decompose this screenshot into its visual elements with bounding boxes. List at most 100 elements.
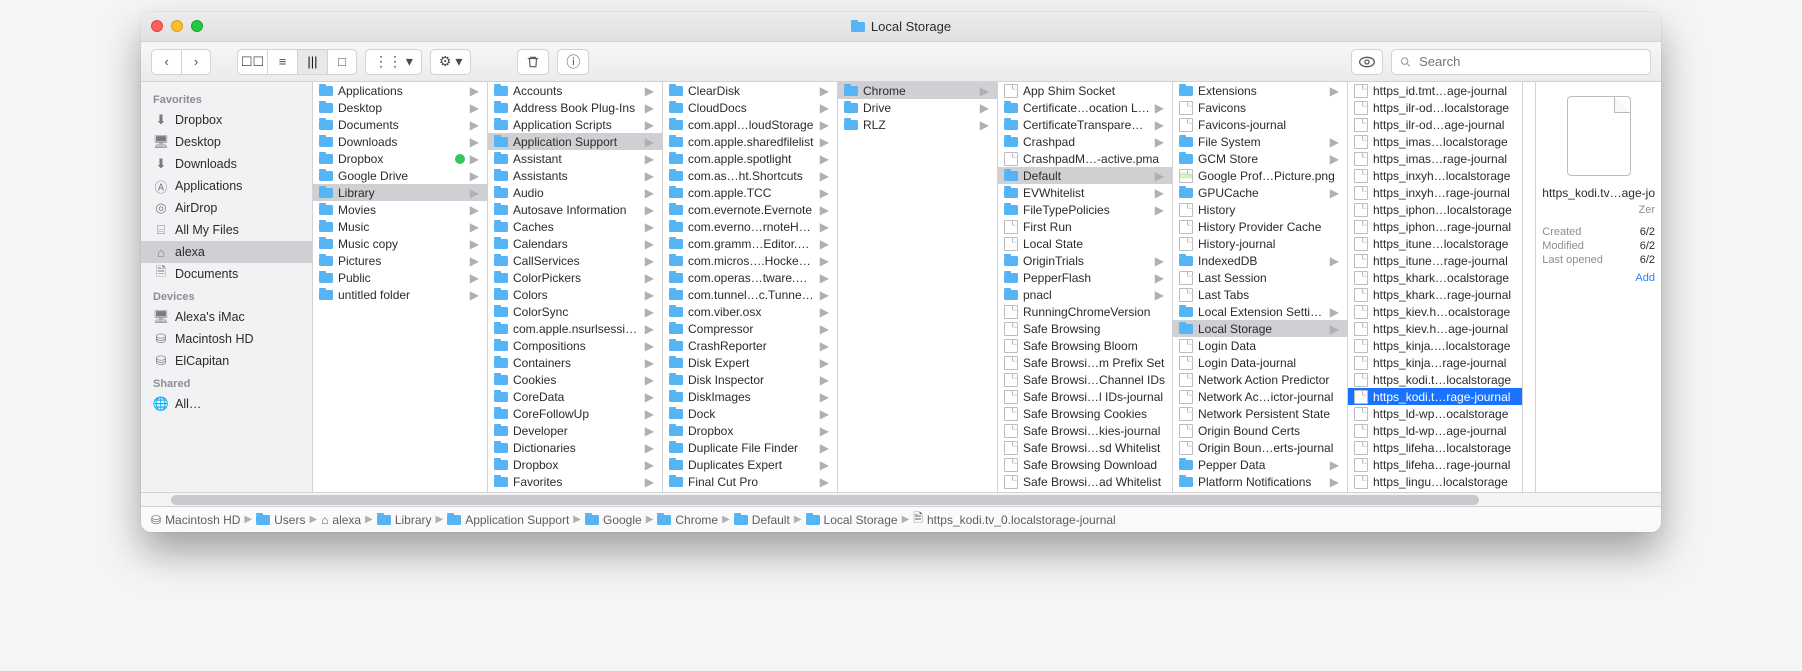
list-row[interactable]: Dropbox▶ bbox=[663, 422, 837, 439]
list-row[interactable]: Favorites▶ bbox=[488, 473, 662, 490]
list-row[interactable]: CoreFollowUp▶ bbox=[488, 405, 662, 422]
list-row[interactable]: Pepper Data▶ bbox=[1173, 456, 1347, 473]
view-list-view-icon[interactable]: ≡ bbox=[267, 49, 297, 75]
list-row[interactable]: Movies▶ bbox=[313, 201, 487, 218]
list-row[interactable]: https_ilr-od…age-journal bbox=[1348, 116, 1522, 133]
quicklook-button[interactable] bbox=[1351, 49, 1383, 75]
list-row[interactable]: Last Session bbox=[1173, 269, 1347, 286]
sidebar-item[interactable]: ⌸All My Files bbox=[141, 219, 312, 241]
list-row[interactable]: https_inxyh…localstorage bbox=[1348, 167, 1522, 184]
list-row[interactable]: pnacl▶ bbox=[998, 286, 1172, 303]
list-row[interactable]: Caches▶ bbox=[488, 218, 662, 235]
list-row[interactable]: com.evernote.Evernote▶ bbox=[663, 201, 837, 218]
sidebar-item[interactable]: ⬇Downloads bbox=[141, 153, 312, 175]
list-row[interactable]: CrashpadM…-active.pma bbox=[998, 150, 1172, 167]
list-row[interactable]: Desktop▶ bbox=[313, 99, 487, 116]
list-row[interactable]: Local State bbox=[998, 235, 1172, 252]
list-row[interactable]: com.apple.nsurlsessiond▶ bbox=[488, 320, 662, 337]
column-scroll[interactable]: ClearDisk▶CloudDocs▶com.appl…loudStorage… bbox=[663, 82, 837, 492]
list-row[interactable]: https_khark…ocalstorage bbox=[1348, 269, 1522, 286]
list-row[interactable]: Cookies▶ bbox=[488, 371, 662, 388]
list-row[interactable]: Safe Browsi…ad Whitelist bbox=[998, 473, 1172, 490]
list-row[interactable]: Safe Browsi…l IDs-journal bbox=[998, 388, 1172, 405]
view-icon-view-icon[interactable]: ☐☐ bbox=[237, 49, 267, 75]
list-row[interactable]: Duplicate File Finder▶ bbox=[663, 439, 837, 456]
sidebar-item[interactable]: ⛁ElCapitan bbox=[141, 350, 312, 372]
horizontal-scrollbar-thumb[interactable] bbox=[171, 495, 1478, 505]
list-row[interactable]: RunningChromeVersion bbox=[998, 303, 1172, 320]
list-row[interactable]: Documents▶ bbox=[313, 116, 487, 133]
list-row[interactable]: Assistants▶ bbox=[488, 167, 662, 184]
path-segment[interactable]: ⛁Macintosh HD bbox=[151, 513, 240, 527]
list-row[interactable]: com.viber.osx▶ bbox=[663, 303, 837, 320]
action-gear-menu-button[interactable]: ⚙︎ ▾ bbox=[430, 49, 471, 75]
sidebar-item[interactable]: 🌐All… bbox=[141, 393, 312, 415]
list-row[interactable]: Dictionaries▶ bbox=[488, 439, 662, 456]
list-row[interactable]: Google Drive▶ bbox=[313, 167, 487, 184]
list-row[interactable]: App Shim Socket bbox=[998, 82, 1172, 99]
list-row[interactable]: Login Data-journal bbox=[1173, 354, 1347, 371]
path-segment[interactable]: Users bbox=[256, 513, 305, 527]
column-scroll[interactable]: Extensions▶FaviconsFavicons-journalFile … bbox=[1173, 82, 1347, 492]
list-row[interactable]: Assistant▶ bbox=[488, 150, 662, 167]
list-row[interactable]: Chrome▶ bbox=[838, 82, 997, 99]
list-row[interactable]: Network Action Predictor bbox=[1173, 371, 1347, 388]
list-row[interactable]: https_kodi.t…localstorage bbox=[1348, 371, 1522, 388]
list-row[interactable]: https_kiev.h…age-journal bbox=[1348, 320, 1522, 337]
list-row[interactable]: Downloads▶ bbox=[313, 133, 487, 150]
sidebar-item[interactable]: 🖥Desktop bbox=[141, 131, 312, 153]
list-row[interactable]: Default▶ bbox=[998, 167, 1172, 184]
column-scroll[interactable]: App Shim SocketCertificate…ocation Lists… bbox=[998, 82, 1172, 492]
list-row[interactable]: Compressor▶ bbox=[663, 320, 837, 337]
list-row[interactable]: Platform Notifications▶ bbox=[1173, 473, 1347, 490]
list-row[interactable]: Safe Browsing bbox=[998, 320, 1172, 337]
list-row[interactable]: Safe Browsi…sd Whitelist bbox=[998, 439, 1172, 456]
list-row[interactable]: Safe Browsing Cookies bbox=[998, 405, 1172, 422]
sidebar-item[interactable]: ⬇︎Dropbox bbox=[141, 109, 312, 131]
column-scroll[interactable]: Applications▶Desktop▶Documents▶Downloads… bbox=[313, 82, 487, 492]
list-row[interactable]: Login Data bbox=[1173, 337, 1347, 354]
zoom-window-button[interactable] bbox=[191, 20, 203, 32]
list-row[interactable]: Compositions▶ bbox=[488, 337, 662, 354]
list-row[interactable]: com.apple.TCC▶ bbox=[663, 184, 837, 201]
list-row[interactable]: https_kiev.h…ocalstorage bbox=[1348, 303, 1522, 320]
list-row[interactable]: untitled folder▶ bbox=[313, 286, 487, 303]
list-row[interactable]: Disk Expert▶ bbox=[663, 354, 837, 371]
list-row[interactable]: RLZ▶ bbox=[838, 116, 997, 133]
list-row[interactable]: ColorSync▶ bbox=[488, 303, 662, 320]
path-segment[interactable]: Chrome bbox=[657, 513, 718, 527]
list-row[interactable]: Certificate…ocation Lists▶ bbox=[998, 99, 1172, 116]
sidebar-item[interactable]: ⒶApplications bbox=[141, 175, 312, 197]
list-row[interactable]: com.gramm…Editor.ShipIt▶ bbox=[663, 235, 837, 252]
list-row[interactable]: Network Persistent State bbox=[1173, 405, 1347, 422]
list-row[interactable]: https_lingu…localstorage bbox=[1348, 473, 1522, 490]
list-row[interactable]: File System▶ bbox=[1173, 133, 1347, 150]
list-row[interactable]: Safe Browsi…kies-journal bbox=[998, 422, 1172, 439]
minimize-window-button[interactable] bbox=[171, 20, 183, 32]
list-row[interactable]: Extensions▶ bbox=[1173, 82, 1347, 99]
list-row[interactable]: Developer▶ bbox=[488, 422, 662, 439]
move-to-trash-button[interactable] bbox=[517, 49, 549, 75]
sidebar-item[interactable]: 🗎Documents bbox=[141, 263, 312, 285]
list-row[interactable]: Music▶ bbox=[313, 218, 487, 235]
list-row[interactable]: First Run bbox=[998, 218, 1172, 235]
list-row[interactable]: https_lifeha…rage-journal bbox=[1348, 456, 1522, 473]
list-row[interactable]: PepperFlash▶ bbox=[998, 269, 1172, 286]
list-row[interactable]: Pictures▶ bbox=[313, 252, 487, 269]
list-row[interactable]: Crashpad▶ bbox=[998, 133, 1172, 150]
list-row[interactable]: Safe Browsi…m Prefix Set bbox=[998, 354, 1172, 371]
list-row[interactable]: Accounts▶ bbox=[488, 82, 662, 99]
list-row[interactable]: Disk Inspector▶ bbox=[663, 371, 837, 388]
list-row[interactable]: https_iphon…rage-journal bbox=[1348, 218, 1522, 235]
list-row[interactable]: GPUCache▶ bbox=[1173, 184, 1347, 201]
list-row[interactable]: https_khark…rage-journal bbox=[1348, 286, 1522, 303]
list-row[interactable]: Safe Browsi…Channel IDs bbox=[998, 371, 1172, 388]
list-row[interactable]: CrashReporter▶ bbox=[663, 337, 837, 354]
list-row[interactable]: https_lifeha…localstorage bbox=[1348, 439, 1522, 456]
list-row[interactable]: com.appl…loudStorage▶ bbox=[663, 116, 837, 133]
list-row[interactable]: CallServices▶ bbox=[488, 252, 662, 269]
path-segment[interactable]: Google bbox=[585, 513, 642, 527]
list-row[interactable]: Colors▶ bbox=[488, 286, 662, 303]
path-segment[interactable]: ⌂alexa bbox=[321, 513, 361, 527]
list-row[interactable]: https_iphon…localstorage bbox=[1348, 201, 1522, 218]
